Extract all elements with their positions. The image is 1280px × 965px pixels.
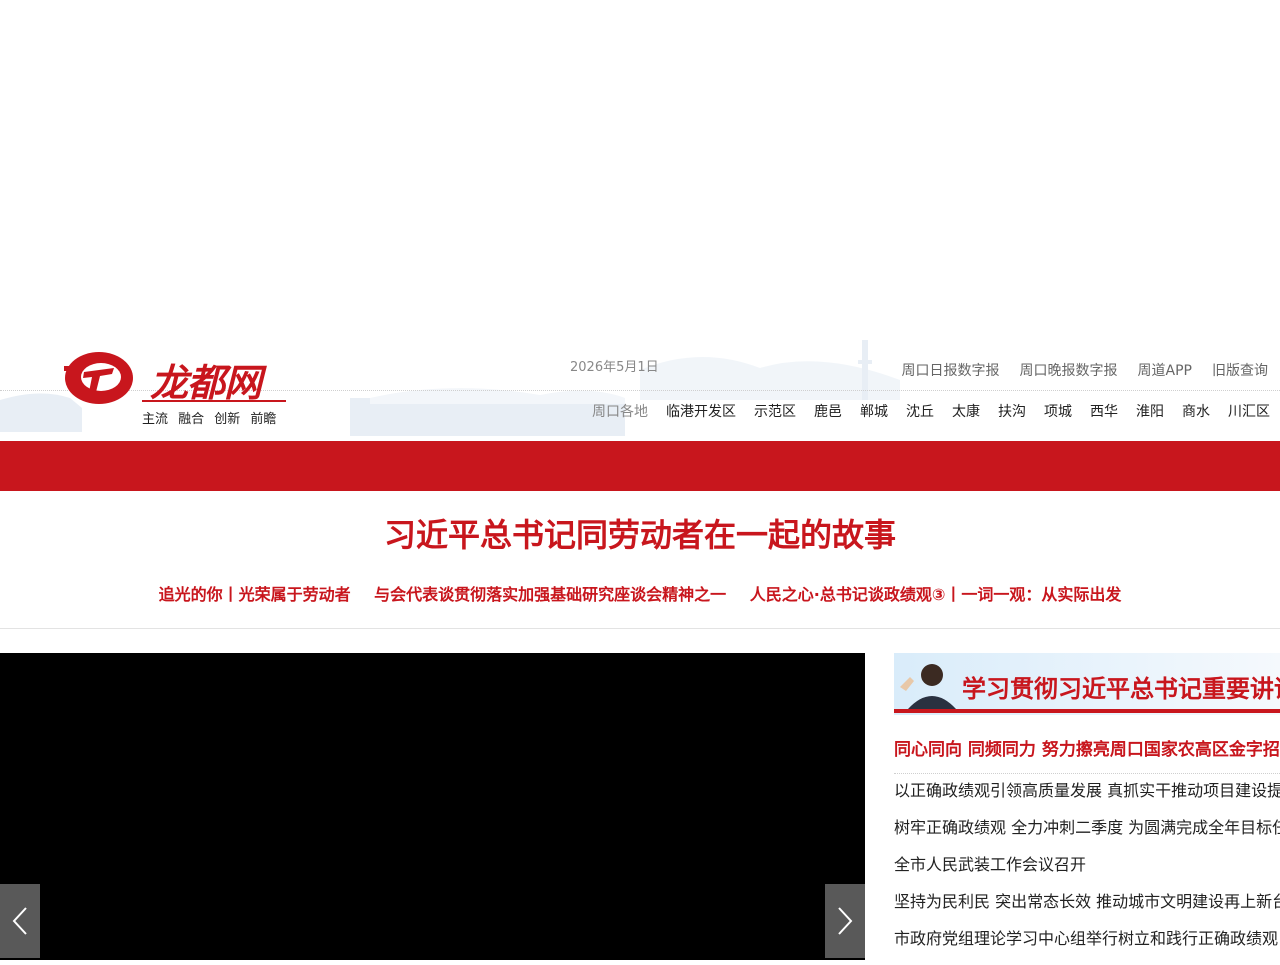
headline-sub-link[interactable]: 追光的你丨光荣属于劳动者 [159, 585, 351, 604]
dragon-logo-icon [64, 352, 133, 404]
link-zhoukou-daily[interactable]: 周口日报数字报 [902, 360, 1000, 380]
main-nav-bar [0, 441, 1280, 491]
news-list: 以正确政绩观引领高质量发展 真抓实干推动项目建设提质增效 树牢正确政绩观 全力冲… [894, 780, 1280, 965]
region-link[interactable]: 太康 [952, 401, 980, 421]
top-blank-area [0, 0, 1280, 340]
study-banner[interactable]: 学习贯彻习近平总书记重要讲话精神 [894, 653, 1280, 715]
logo-text: 龙都网 [150, 361, 262, 405]
region-link[interactable]: 商水 [1182, 401, 1210, 421]
link-old-version[interactable]: 旧版查询 [1212, 360, 1268, 380]
region-link[interactable]: 示范区 [754, 401, 796, 421]
region-link[interactable]: 项城 [1044, 401, 1072, 421]
region-link[interactable]: 西华 [1090, 401, 1118, 421]
top-links: 周口日报数字报 周口晚报数字报 周道APP 旧版查询 [902, 360, 1268, 380]
section-divider [0, 628, 1280, 629]
current-date: 2026年5月1日 [570, 360, 659, 375]
list-item[interactable]: 市政府党组理论学习中心组举行树立和践行正确政绩观 [894, 928, 1280, 965]
region-link[interactable]: 川汇区 [1228, 401, 1270, 421]
link-zhoudao-app[interactable]: 周道APP [1138, 360, 1192, 380]
region-link[interactable]: 扶沟 [998, 401, 1026, 421]
link-zhoukou-evening[interactable]: 周口晚报数字报 [1020, 360, 1118, 380]
region-link[interactable]: 淮阳 [1136, 401, 1164, 421]
list-item[interactable]: 树牢正确政绩观 全力冲刺二季度 为圆满完成全年目标任务 [894, 817, 1280, 854]
region-link[interactable]: 沈丘 [906, 401, 934, 421]
headline-sub-links: 追光的你丨光荣属于劳动者 与会代表谈贯彻落实加强基础研究座谈会精神之一 人民之心… [0, 581, 1280, 605]
headline-sub-link[interactable]: 与会代表谈贯彻落实加强基础研究座谈会精神之一 [374, 585, 726, 604]
right-divider [894, 773, 1280, 774]
site-logo[interactable]: 龙都网 主流 融合 创新 前瞻 [62, 348, 292, 440]
site-header: 龙都网 主流 融合 创新 前瞻 2026年5月1日 周口日报数字报 周口晚报数字… [0, 340, 1280, 440]
region-link[interactable]: 鹿邑 [814, 401, 842, 421]
headline-title[interactable]: 习近平总书记同劳动者在一起的故事 [0, 510, 1280, 556]
slider-next-button[interactable] [825, 884, 865, 958]
list-item[interactable]: 坚持为民利民 突出常态长效 推动城市文明建设再上新台阶 [894, 891, 1280, 928]
chevron-right-icon [838, 907, 853, 935]
chevron-left-icon [12, 907, 27, 935]
list-item[interactable]: 以正确政绩观引领高质量发展 真抓实干推动项目建设提质增效 [894, 780, 1280, 817]
logo-underline [142, 400, 286, 402]
banner-title: 学习贯彻习近平总书记重要讲话精神 [962, 674, 1280, 703]
image-slider[interactable] [0, 653, 865, 960]
list-item[interactable]: 全市人民武装工作会议召开 [894, 854, 1280, 891]
logo-slogan: 主流 融合 创新 前瞻 [142, 412, 277, 427]
slider-prev-button[interactable] [0, 884, 40, 958]
region-link[interactable]: 郸城 [860, 401, 888, 421]
region-link[interactable]: 临港开发区 [666, 401, 736, 421]
region-nav: 周口各地 临港开发区 示范区 鹿邑 郸城 沈丘 太康 扶沟 项城 西华 淮阳 商… [574, 401, 1270, 421]
right-lead-headline[interactable]: 同心同向 同频同力 努力擦亮周口国家农高区金字招牌 [894, 735, 1280, 760]
headline-sub-link[interactable]: 人民之心·总书记谈政绩观③丨一词一观：从实际出发 [750, 585, 1122, 604]
region-nav-label: 周口各地 [592, 404, 648, 420]
